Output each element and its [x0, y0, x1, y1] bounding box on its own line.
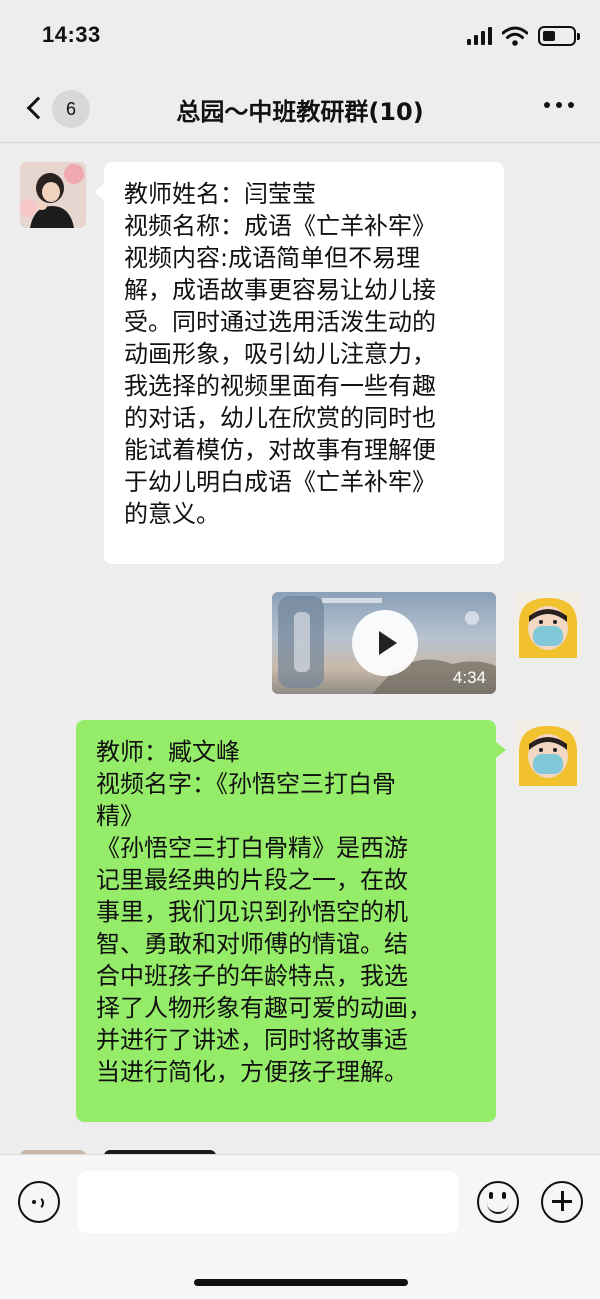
message-line: 能试着模仿，对故事有理解便 [124, 436, 436, 464]
message-line: 精》 [96, 802, 144, 830]
message-line: 的对话，幼儿在欣赏的同时也 [124, 404, 436, 432]
home-indicator [194, 1279, 408, 1286]
message-line: 事里，我们见识到孙悟空的机 [96, 898, 408, 926]
status-bar: 14:33 [0, 0, 600, 72]
message-line: 合中班孩子的年龄特点，我选 [96, 962, 408, 990]
video-duration: 4:34 [452, 668, 486, 687]
battery-icon [538, 26, 580, 46]
message-line: 《孙悟空三打白骨精》是西游 [96, 834, 408, 862]
message-line: 当进行简化，方便孩子理解。 [96, 1058, 408, 1086]
message-line: 记里最经典的片段之一，在故 [96, 866, 408, 894]
message-line: 的意义。 [124, 500, 220, 528]
message-line: 择了人物形象有趣可爱的动画， [96, 994, 432, 1022]
message-line: 视频内容:成语简单但不易理 [124, 244, 421, 272]
cellular-signal-icon [467, 27, 492, 45]
message-line: 动画形象，吸引幼儿注意力， [124, 340, 436, 368]
message-line: 教师：臧文峰 [96, 738, 240, 766]
more-icon[interactable] [544, 102, 574, 108]
video-message[interactable]: 4:34 [272, 592, 496, 694]
emoji-icon[interactable] [477, 1181, 519, 1223]
message-line: 教师姓名：闫莹莹 [124, 180, 316, 208]
status-time: 14:33 [42, 22, 101, 47]
my-avatar[interactable] [515, 592, 581, 658]
message-bubble[interactable]: 教师姓名：闫莹莹 视频名称：成语《亡羊补牢》 视频内容:成语简单但不易理 解，成… [94, 162, 504, 564]
message-line: 视频名称：成语《亡羊补牢》 [124, 212, 436, 240]
input-bar [0, 1154, 600, 1299]
message-line: 并进行了讲述，同时将故事适 [96, 1026, 408, 1054]
wifi-icon [502, 26, 528, 46]
voice-icon[interactable] [18, 1181, 60, 1223]
sender-avatar[interactable] [20, 162, 86, 228]
message-line: 我选择的视频里面有一些有趣 [124, 372, 436, 400]
message-line: 于幼儿明白成语《亡羊补牢》 [124, 468, 436, 496]
message-line: 受。同时通过选用活泼生动的 [124, 308, 436, 336]
message-line: 智、勇敢和对师傅的情谊。结 [96, 930, 408, 958]
message-line: 视频名字：《孙悟空三打白骨 [96, 770, 396, 798]
message-input[interactable] [78, 1171, 458, 1233]
nav-divider [0, 142, 600, 143]
my-message-bubble[interactable]: 教师：臧文峰 视频名字：《孙悟空三打白骨 精》 《孙悟空三打白骨精》是西游 记里… [76, 720, 506, 1122]
play-icon[interactable] [352, 610, 418, 676]
chat-title: 总园～中班教研群(10) [176, 98, 424, 126]
message-line: 解，成语故事更容易让幼儿接 [124, 276, 436, 304]
plus-icon[interactable] [541, 1181, 583, 1223]
nav-bar: 6 总园～中班教研群(10) [0, 72, 600, 142]
status-icons [467, 26, 580, 46]
my-avatar[interactable] [515, 720, 581, 786]
